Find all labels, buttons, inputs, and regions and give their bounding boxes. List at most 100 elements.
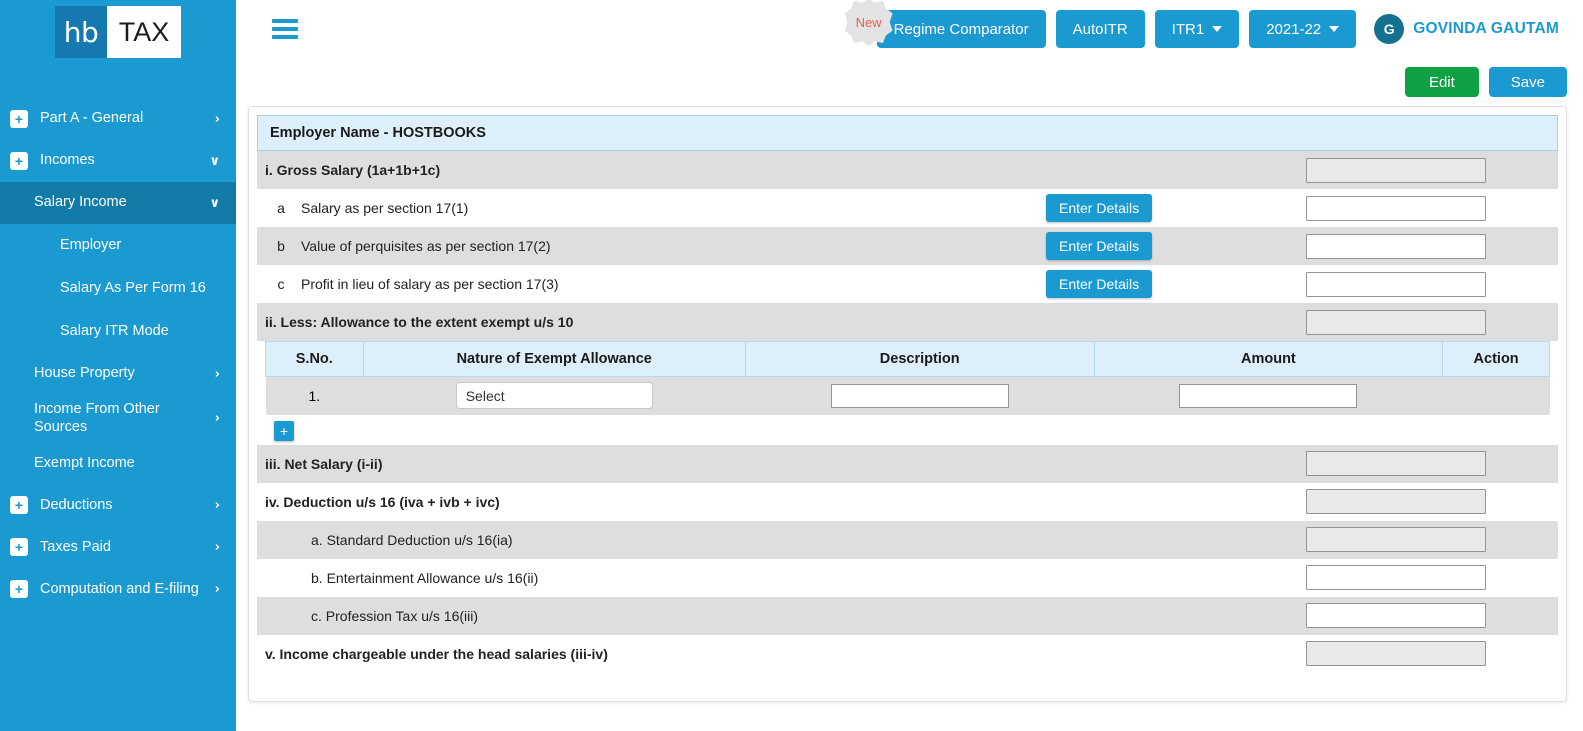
form-row-action-cell: Enter Details — [1046, 270, 1246, 298]
logo-hb-text: hb — [55, 6, 107, 58]
sidebar-item-label: Exempt Income — [34, 454, 135, 471]
row-label-text: Profit in lieu of salary as per section … — [301, 276, 559, 292]
save-button[interactable]: Save — [1488, 67, 1567, 97]
sidebar-item-taxes-paid[interactable]: + Taxes Paid › — [0, 526, 236, 568]
sidebar-item-salary-as-per-form-16[interactable]: Salary As Per Form 16 — [0, 267, 236, 310]
auto-itr-button[interactable]: AutoITR — [1055, 10, 1145, 48]
row-label-text: Salary as per section 17(1) — [301, 200, 469, 216]
sidebar-item-salary-itr-mode[interactable]: Salary ITR Mode — [0, 310, 236, 353]
sidebar-item-label: Incomes — [40, 152, 95, 169]
amount-input — [1306, 157, 1486, 183]
amount-input[interactable] — [1306, 233, 1486, 259]
deduction-rows: iii. Net Salary (i-ii) iv. Deduction u/s … — [257, 444, 1558, 673]
form-row-amount-cell — [1246, 233, 1546, 259]
row-amount-input[interactable] — [1179, 383, 1358, 408]
sidebar-item-label: Salary As Per Form 16 — [60, 279, 206, 296]
sidebar-item-employer[interactable]: Employer — [0, 224, 236, 267]
form-row-label: iii. Net Salary (i-ii) — [265, 455, 383, 472]
sidebar-item-income-from-other-sources[interactable]: Income From Other Sources › — [0, 395, 236, 442]
enter-details-button[interactable]: Enter Details — [1046, 270, 1153, 298]
sidebar-item-computation-and-e-filing[interactable]: + Computation and E-filing › — [0, 568, 236, 610]
form-row-label: b. Entertainment Allowance u/s 16(ii) — [311, 569, 539, 586]
cell-nature: Select — [363, 376, 746, 415]
form-row: i. Gross Salary (1a+1b+1c) — [257, 151, 1558, 189]
edit-button[interactable]: Edit — [1404, 67, 1479, 97]
form-row-action-cell: Enter Details — [1046, 194, 1246, 222]
hamburger-icon[interactable] — [272, 19, 298, 39]
amount-input[interactable] — [1306, 565, 1486, 590]
chevron-right-icon: › — [214, 539, 220, 555]
table-header-row: S.No. Nature of Exempt Allowance Descripti… — [265, 341, 1550, 377]
column-header-nature-of-exempt-allowance: Nature of Exempt Allowance — [362, 341, 746, 377]
employer-name-header: Employer Name - HOSTBOOKS — [257, 115, 1558, 151]
chevron-down-icon — [1329, 26, 1340, 32]
plus-box-icon: + — [10, 152, 28, 170]
amount-input[interactable] — [1306, 603, 1486, 628]
form-row-amount-cell — [1246, 195, 1546, 221]
description-input[interactable] — [830, 383, 1009, 408]
amount-input — [1306, 309, 1486, 335]
column-header-amount: Amount — [1093, 341, 1444, 377]
app-root: hb TAX + Part A - General › + Incomes ∨ Salary… — [0, 0, 1583, 731]
form-row: ii. Less: Allowance to the extent exempt… — [257, 303, 1558, 341]
sidebar-item-deductions[interactable]: + Deductions › — [0, 484, 236, 526]
cell-sno: 1. — [265, 376, 364, 415]
content-area: Employer Name - HOSTBOOKS i. Gross Salar… — [236, 106, 1583, 731]
assessment-year-select[interactable]: 2021-22 — [1249, 10, 1357, 48]
regime-comparator-wrap: New Regime Comparator — [844, 0, 1046, 48]
sidebar-item-exempt-income[interactable]: Exempt Income — [0, 442, 236, 484]
sidebar-item-label: House Property — [34, 365, 135, 382]
amount-input[interactable] — [1306, 195, 1486, 221]
exempt-allowance-table: S.No. Nature of Exempt Allowance Descripti… — [265, 341, 1550, 415]
sidebar-item-label: Taxes Paid — [40, 538, 111, 555]
sidebar-item-label: Income From Other Sources — [34, 401, 160, 435]
sidebar-item-part-a-general[interactable]: + Part A - General › — [0, 98, 236, 140]
itr-type-value: ITR1 — [1171, 20, 1205, 38]
sidebar-item-label: Salary Income — [34, 194, 127, 211]
form-row-amount-cell — [1246, 603, 1546, 628]
form-row-action-cell: Enter Details — [1046, 232, 1246, 260]
sidebar-item-salary-income[interactable]: Salary Income ∨ — [0, 182, 236, 224]
row-letter: a — [277, 200, 285, 216]
form-row-label: i. Gross Salary (1a+1b+1c) — [265, 162, 441, 178]
form-row: v. Income chargeable under the head sala… — [257, 634, 1558, 673]
form-row-label: iv. Deduction u/s 16 (iva + ivb + ivc) — [265, 493, 500, 510]
row-letter: c — [277, 276, 285, 292]
logo-tax-text: TAX — [107, 6, 181, 58]
user-menu[interactable]: G GOVINDA GAUTAM — [1374, 14, 1559, 44]
chevron-right-icon: › — [214, 581, 220, 597]
row-label-text: Value of perquisites as per section 17(2… — [301, 238, 551, 254]
amount-input — [1306, 527, 1486, 552]
main-area: New Regime Comparator AutoITR ITR1 2021-… — [236, 0, 1583, 731]
cell-amount — [1094, 376, 1443, 415]
itr-type-select[interactable]: ITR1 — [1154, 10, 1240, 48]
form-row: a Salary as per section 17(1) Enter Detail… — [257, 189, 1558, 227]
form-row-label: c. Profession Tax u/s 16(iii) — [311, 607, 479, 624]
enter-details-button[interactable]: Enter Details — [1046, 232, 1153, 260]
sidebar-item-label: Deductions — [40, 496, 113, 513]
salary-form-card: Employer Name - HOSTBOOKS i. Gross Salar… — [248, 106, 1567, 702]
sidebar-item-label: Computation and E-filing — [40, 580, 199, 597]
add-row-button[interactable]: + — [274, 420, 294, 441]
sidebar: hb TAX + Part A - General › + Incomes ∨ Salary… — [0, 0, 236, 731]
nature-select[interactable]: Select — [455, 382, 653, 410]
enter-details-button[interactable]: Enter Details — [1046, 194, 1153, 222]
form-row-label: a. Standard Deduction u/s 16(ia) — [311, 531, 513, 548]
sidebar-item-house-property[interactable]: House Property › — [0, 353, 236, 395]
form-row-amount-cell — [1246, 157, 1546, 183]
chevron-right-icon: › — [214, 411, 220, 427]
app-logo[interactable]: hb TAX — [0, 0, 236, 62]
regime-comparator-button[interactable]: Regime Comparator — [876, 10, 1046, 48]
column-header-description: Description — [744, 341, 1095, 377]
form-row-amount-cell — [1246, 565, 1546, 590]
chevron-right-icon: › — [214, 366, 220, 382]
amount-input[interactable] — [1306, 271, 1486, 297]
action-bar: Edit Save — [236, 58, 1583, 106]
amount-input — [1306, 489, 1486, 514]
form-row-label: c Profit in lieu of salary as per section… — [265, 276, 1046, 292]
form-row-amount-cell — [1246, 309, 1546, 335]
sidebar-item-incomes[interactable]: + Incomes ∨ — [0, 140, 236, 182]
chevron-right-icon: › — [214, 111, 220, 127]
form-row: b Value of perquisites as per section 17(… — [257, 227, 1558, 265]
form-row-amount-cell — [1246, 489, 1546, 514]
